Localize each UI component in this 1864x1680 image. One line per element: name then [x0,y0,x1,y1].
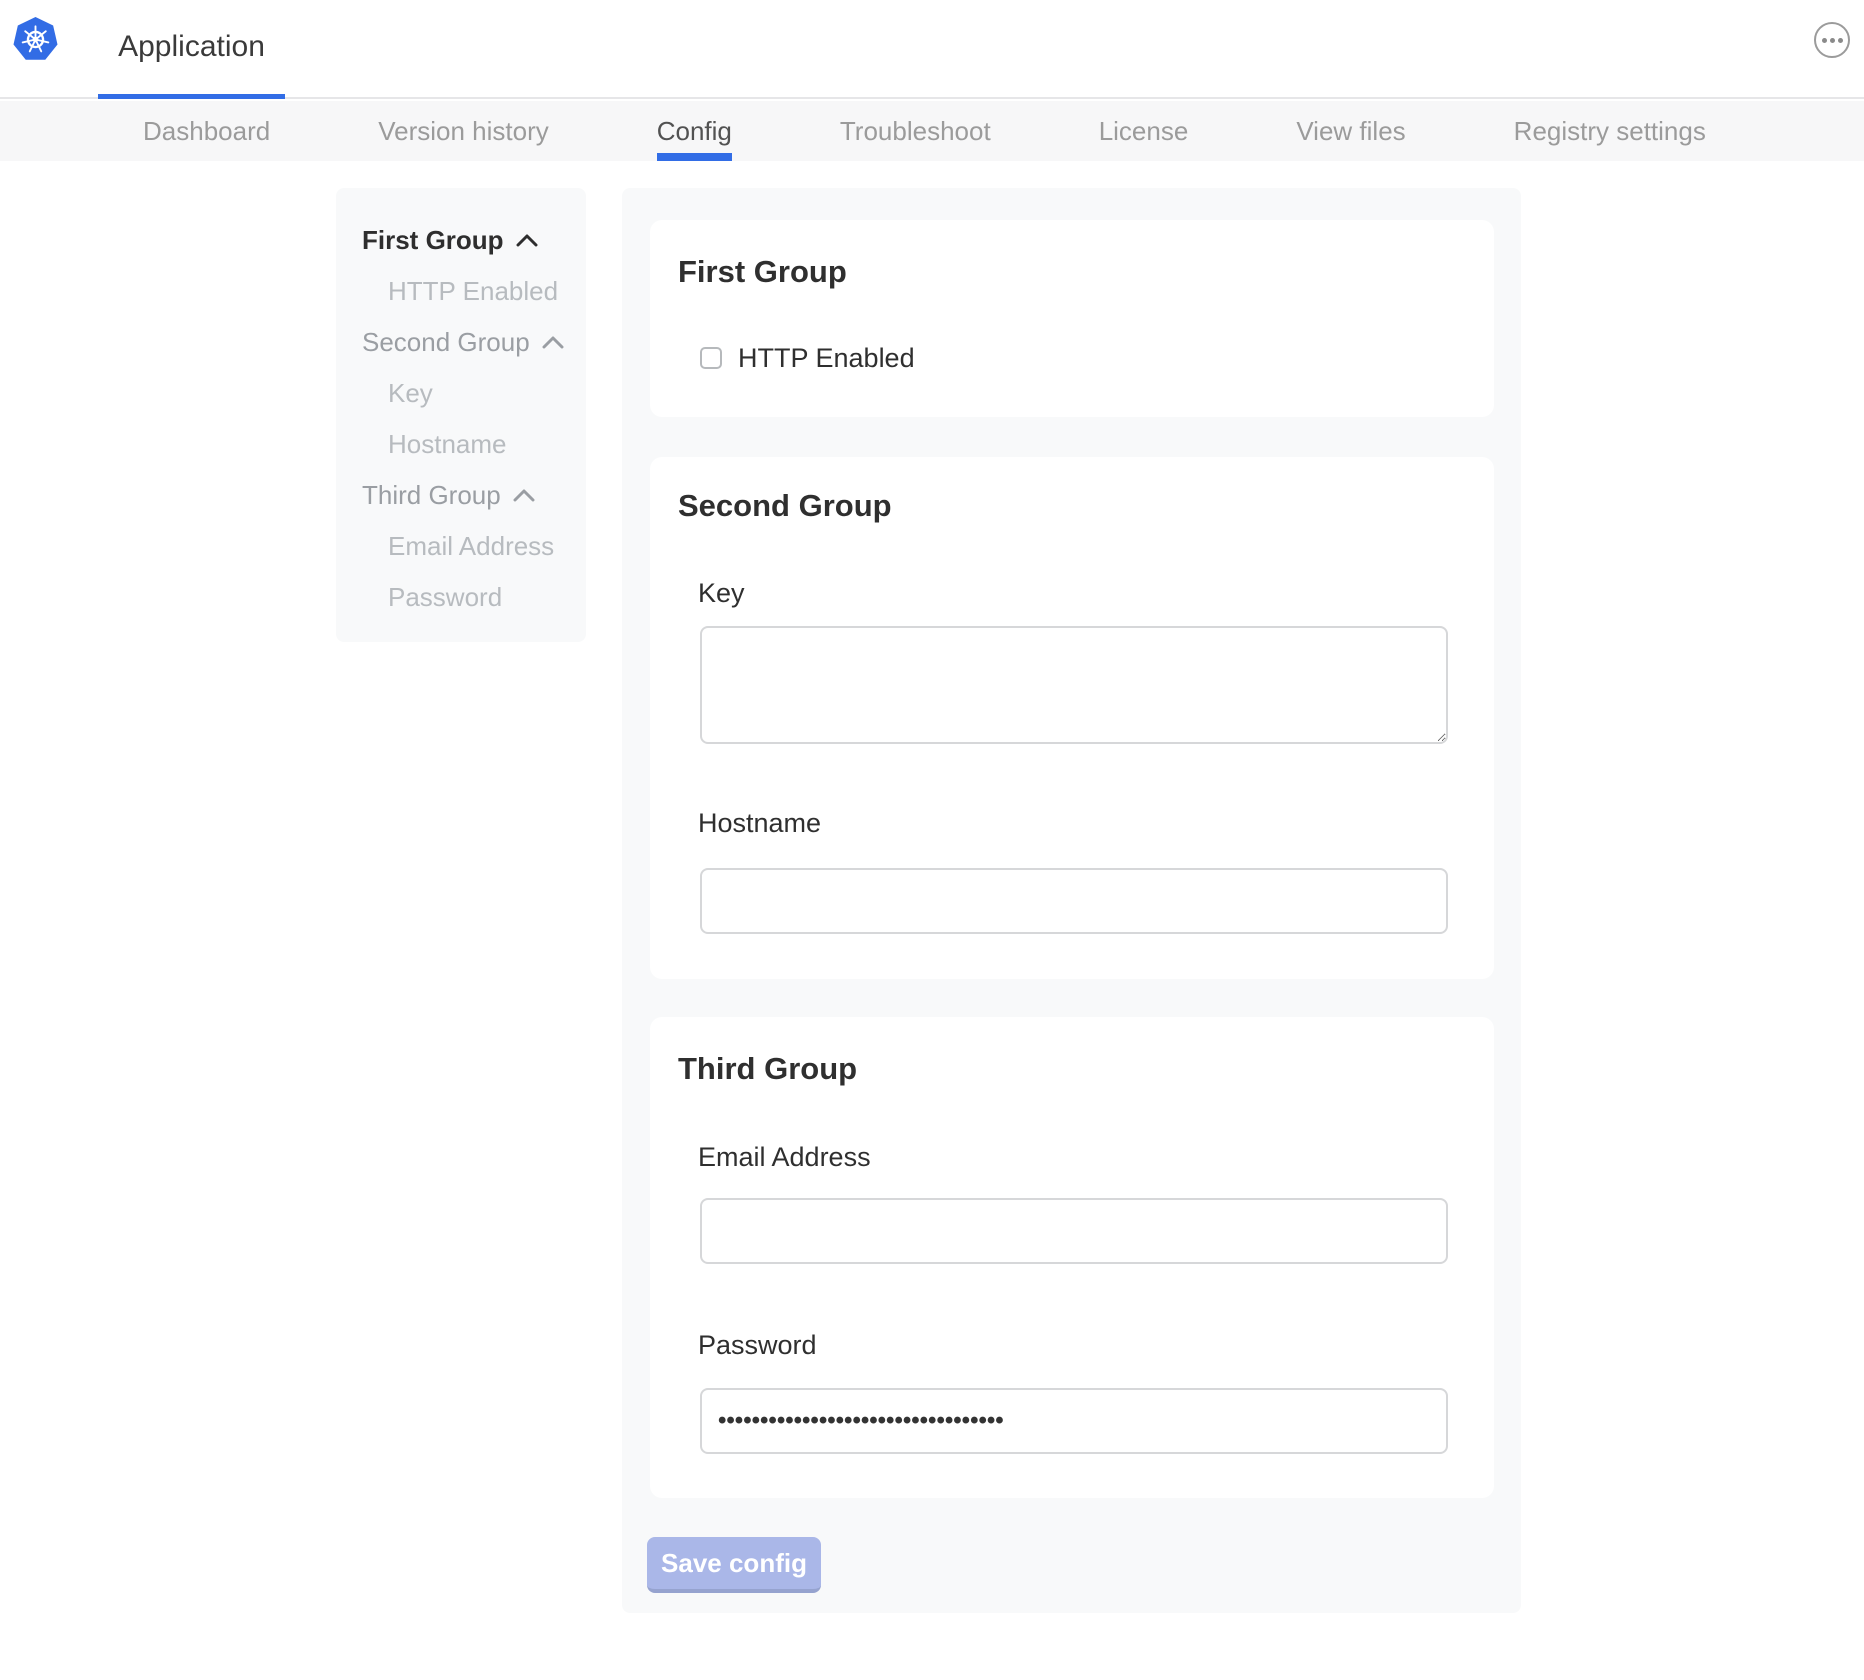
kubernetes-logo-icon [12,16,59,63]
config-card-third-group: Third Group Email Address Password [650,1017,1494,1498]
sidebar-item-key[interactable]: Key [336,368,586,419]
sidebar-group-first-group[interactable]: First Group [336,215,586,266]
sidebar-group-label: Second Group [362,327,530,358]
save-config-button[interactable]: Save config [647,1537,821,1593]
key-label: Key [698,578,745,609]
tab-license[interactable]: License [1099,101,1189,161]
chevron-up-icon [542,336,564,349]
sidebar-item-email-address[interactable]: Email Address [336,521,586,572]
sidebar-group-label: First Group [362,225,504,256]
sidebar-item-hostname[interactable]: Hostname [336,419,586,470]
sidebar-group-third-group[interactable]: Third Group [336,470,586,521]
tab-view-files[interactable]: View files [1296,101,1405,161]
hostname-input[interactable] [700,868,1448,934]
http-enabled-row: HTTP Enabled [700,340,915,376]
password-input[interactable] [700,1388,1448,1454]
config-card-second-group: Second Group Key Hostname [650,457,1494,979]
app-nav-bar: Dashboard Version history Config Trouble… [0,101,1864,161]
sidebar-group-label: Third Group [362,480,501,511]
ellipsis-icon[interactable] [1814,22,1850,58]
chevron-up-icon [516,234,538,247]
email-address-input[interactable] [700,1198,1448,1264]
group-title: Third Group [678,1051,857,1087]
tab-config[interactable]: Config [657,101,732,161]
tab-dashboard[interactable]: Dashboard [143,101,270,161]
tab-registry-settings[interactable]: Registry settings [1514,101,1706,161]
config-groups-sidebar: First Group HTTP Enabled Second Group Ke… [336,188,586,642]
password-label: Password [698,1330,817,1361]
hostname-label: Hostname [698,808,821,839]
http-enabled-label: HTTP Enabled [738,343,915,374]
http-enabled-checkbox[interactable] [700,347,722,369]
top-bar: Application [0,0,1864,99]
key-textarea[interactable] [700,626,1448,744]
config-form-panel: First Group HTTP Enabled Second Group Ke… [622,188,1521,1613]
email-address-label: Email Address [698,1142,871,1173]
tab-version-history[interactable]: Version history [378,101,549,161]
tab-troubleshoot[interactable]: Troubleshoot [840,101,991,161]
group-title: First Group [678,254,847,290]
app-tab-application[interactable]: Application [98,0,285,99]
sidebar-item-password[interactable]: Password [336,572,586,623]
group-title: Second Group [678,488,892,524]
sidebar-group-second-group[interactable]: Second Group [336,317,586,368]
chevron-up-icon [513,489,535,502]
config-card-first-group: First Group HTTP Enabled [650,220,1494,417]
sidebar-item-http-enabled[interactable]: HTTP Enabled [336,266,586,317]
